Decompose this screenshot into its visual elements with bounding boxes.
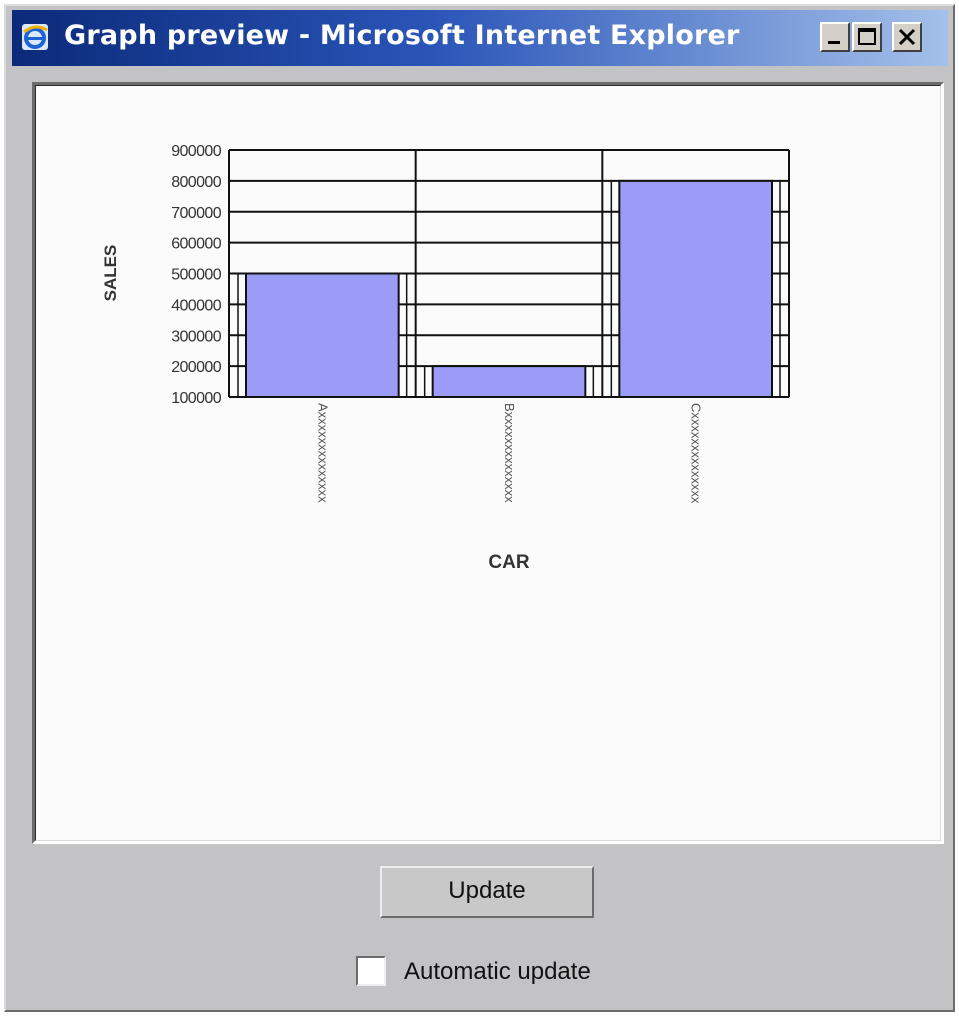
maximize-icon [858, 28, 876, 45]
graph-preview-pane [32, 82, 944, 844]
minimize-icon [828, 41, 840, 44]
window-title: Graph preview - Microsoft Internet Explo… [64, 20, 740, 51]
automatic-update-checkbox[interactable] [356, 956, 386, 986]
title-bar[interactable]: Graph preview - Microsoft Internet Explo… [12, 10, 948, 66]
update-button[interactable]: Update [380, 866, 594, 918]
ie-icon [20, 22, 50, 52]
minimize-button[interactable] [820, 22, 850, 52]
automatic-update-label: Automatic update [404, 958, 591, 985]
maximize-button[interactable] [852, 22, 882, 52]
close-icon [898, 28, 916, 46]
close-button[interactable] [892, 22, 922, 52]
pane-inner-border [35, 85, 941, 841]
